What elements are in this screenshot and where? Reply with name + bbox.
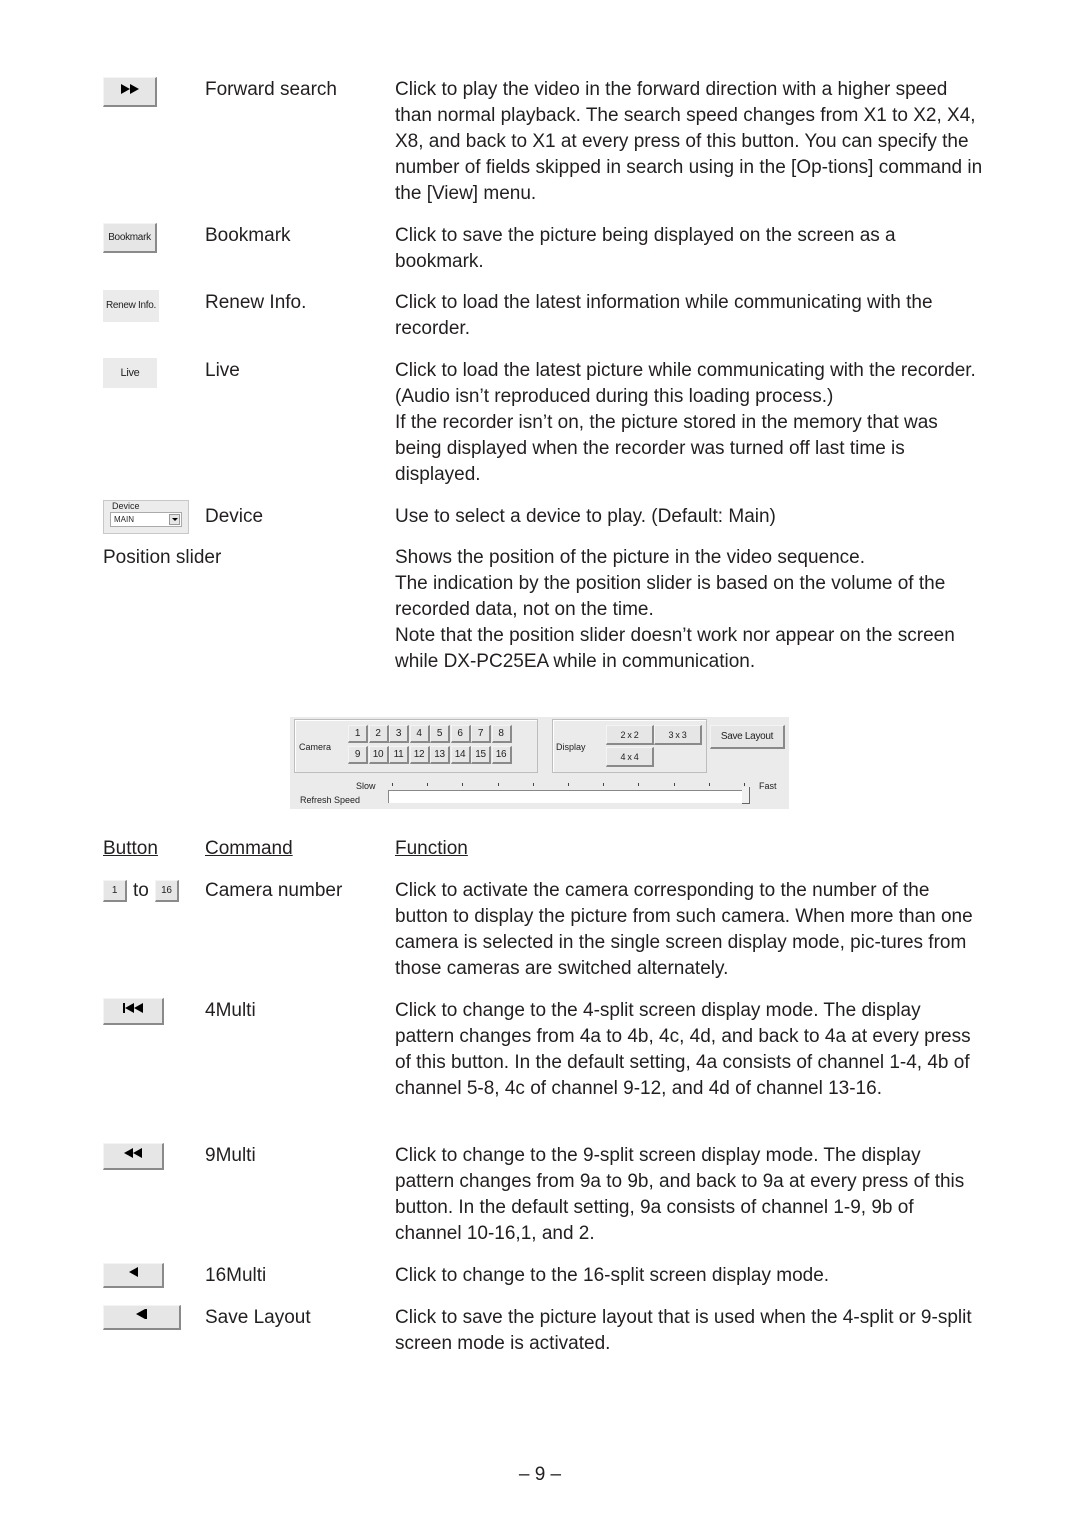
device-select[interactable]: Device MAIN: [103, 500, 189, 534]
camera-16-button[interactable]: 16: [154, 880, 179, 902]
slider-tick: [568, 783, 569, 786]
9multi-icon: [124, 1143, 142, 1169]
camera-6-panel-button[interactable]: 6: [450, 725, 471, 743]
slider-tick: [603, 783, 605, 786]
camera-1-button[interactable]: 1: [103, 880, 127, 902]
function-text: Click to load the latest picture while c…: [395, 360, 976, 485]
4multi-icon: [123, 998, 143, 1024]
slow-label: Slow: [356, 781, 376, 791]
slider-tick: [497, 783, 499, 786]
position-slider-label: Position slider: [103, 547, 222, 568]
slider-tick: [392, 783, 393, 786]
camera-14-panel-button[interactable]: 14: [450, 746, 471, 764]
camera-group-label: Camera: [299, 742, 332, 752]
forward-search-icon: [120, 79, 139, 105]
camera-16-panel-button[interactable]: 16: [491, 746, 512, 764]
camera-7-panel-button[interactable]: 7: [471, 725, 491, 743]
command-label: Renew Info.: [205, 292, 307, 313]
command-label: Forward search: [205, 79, 337, 100]
bookmark-button[interactable]: Bookmark: [103, 223, 157, 253]
slider-tick: [673, 783, 675, 786]
slider-tick: [744, 783, 745, 786]
function-text: Click to change to the 4-split screen di…: [395, 1000, 971, 1099]
entry-device: Device MAIN Device Use to select a devic…: [103, 500, 983, 538]
4multi-button[interactable]: [103, 998, 164, 1025]
camera-display-panel: Camera 1 2 3 4 5 6 7 8 9 10 11 12 13 14 15 16 Display 2…: [290, 717, 789, 809]
display-3x3-button[interactable]: 3 x 3: [654, 725, 702, 745]
function-text: Click to load the latest information whi…: [395, 292, 933, 339]
camera-5-panel-button[interactable]: 5: [430, 725, 450, 743]
slider-tick: [427, 783, 429, 786]
function-text: Click to activate the camera correspondi…: [395, 880, 973, 979]
command-label: Bookmark: [205, 225, 291, 246]
fast-label: Fast: [759, 781, 777, 791]
function-text: Click to save the picture layout that is…: [395, 1307, 972, 1354]
renew-info-button[interactable]: Renew Info.: [103, 290, 159, 322]
camera-9-panel-button[interactable]: 9: [348, 746, 368, 764]
function-text: Click to change to the 9-split screen di…: [395, 1145, 965, 1244]
function-text: Use to select a device to play. (Default…: [395, 506, 776, 527]
command-label: Camera number: [205, 880, 343, 901]
camera-10-panel-button[interactable]: 10: [368, 746, 389, 764]
function-text: Click to save the picture being displaye…: [395, 225, 896, 272]
camera-1-panel-button[interactable]: 1: [348, 725, 368, 743]
slider-tick: [638, 783, 640, 786]
refresh-speed-slider-thumb[interactable]: [742, 787, 750, 804]
chevron-down-icon[interactable]: [169, 514, 180, 525]
function-text: Click to change to the 16-split screen d…: [395, 1265, 830, 1286]
header-button: Button: [103, 838, 158, 859]
command-label: 4Multi: [205, 1000, 256, 1021]
camera-8-panel-button[interactable]: 8: [491, 725, 512, 743]
display-2x2-button[interactable]: 2 x 2: [606, 725, 654, 745]
save-layout-panel-button[interactable]: Save Layout: [710, 725, 785, 749]
command-label: Save Layout: [205, 1307, 311, 1328]
forward-search-button[interactable]: [103, 77, 157, 107]
camera-4-panel-button[interactable]: 4: [409, 725, 430, 743]
live-button[interactable]: Live: [103, 358, 157, 388]
camera-3-panel-button[interactable]: 3: [389, 725, 409, 743]
to-text: to: [133, 880, 149, 901]
slider-tick: [462, 783, 464, 786]
function-text: Click to play the video in the forward d…: [395, 79, 983, 204]
16multi-icon: [128, 1262, 138, 1288]
refresh-speed-slider[interactable]: [388, 790, 747, 803]
camera-2-panel-button[interactable]: 2: [368, 725, 389, 743]
camera-11-panel-button[interactable]: 11: [389, 746, 409, 764]
camera-13-panel-button[interactable]: 13: [430, 746, 450, 764]
display-group-label: Display: [556, 742, 586, 752]
page-number: – 9 –: [518, 1464, 562, 1485]
header-command: Command: [205, 838, 293, 859]
save-layout-icon: [136, 1304, 147, 1330]
command-label: 9Multi: [205, 1145, 256, 1166]
command-label: Device: [205, 506, 264, 527]
function-text: Shows the position of the picture in the…: [395, 547, 955, 672]
display-4x4-button[interactable]: 4 x 4: [606, 747, 654, 767]
slider-tick: [532, 783, 534, 786]
save-layout-button[interactable]: [103, 1305, 181, 1330]
refresh-speed-label: Refresh Speed: [300, 795, 361, 805]
camera-12-panel-button[interactable]: 12: [409, 746, 430, 764]
16multi-button[interactable]: [103, 1263, 164, 1288]
slider-tick: [708, 783, 710, 786]
command-label: 16Multi: [205, 1265, 267, 1286]
device-select-value: MAIN: [114, 515, 134, 524]
camera-button-range: 1 to 16: [103, 878, 179, 904]
9multi-button[interactable]: [103, 1143, 164, 1170]
camera-15-panel-button[interactable]: 15: [471, 746, 491, 764]
command-label: Live: [205, 360, 240, 381]
device-select-label: Device: [112, 501, 140, 511]
header-function: Function: [395, 838, 468, 859]
